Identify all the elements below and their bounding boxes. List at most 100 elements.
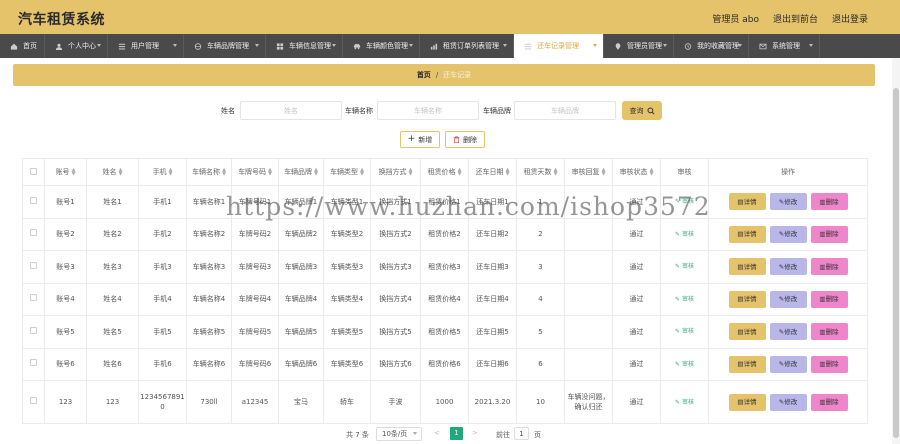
sort-icon[interactable]: ▲ ▼ <box>602 168 606 177</box>
name-input[interactable] <box>240 101 342 120</box>
detail-button[interactable]: ▤ 详情 <box>728 225 766 243</box>
column-header[interactable]: 还车日期 ▲ ▼ <box>468 158 517 186</box>
delete-button[interactable]: ▥ 删除 <box>810 193 848 211</box>
audit-link[interactable]: ✎ 审核 <box>675 198 694 205</box>
batch-delete-button[interactable]: 删除 <box>445 131 485 148</box>
table-cell <box>564 250 613 284</box>
edit-button[interactable]: ✎ 修改 <box>769 290 807 308</box>
nav-item-8[interactable]: 管理员管理 <box>604 34 674 58</box>
nav-item-label: 系统管理 <box>772 42 800 50</box>
sort-icon[interactable]: ▲ ▼ <box>360 168 364 177</box>
nav-item-0[interactable]: 首页 <box>0 34 45 58</box>
nav-item-5[interactable]: 车辆颜色管理 <box>343 34 420 58</box>
sort-icon[interactable]: ▲ ▼ <box>72 168 76 177</box>
sort-icon[interactable]: ▲ ▼ <box>314 168 318 177</box>
next-page-button[interactable]: > <box>472 429 478 437</box>
edit-button[interactable]: ✎ 修改 <box>769 323 807 341</box>
column-header[interactable]: 账号 ▲ ▼ <box>44 158 87 186</box>
audit-link[interactable]: ✎ 审核 <box>675 399 694 406</box>
nav-item-3[interactable]: 车辆品牌管理 <box>184 34 266 58</box>
sort-icon[interactable]: ▲ ▼ <box>409 168 413 177</box>
edit-button[interactable]: ✎ 修改 <box>769 225 807 243</box>
delete-button[interactable]: ▥ 删除 <box>810 225 848 243</box>
nav-item-1[interactable]: 个人中心 <box>45 34 108 58</box>
goto-page-input[interactable]: 1 <box>514 427 529 440</box>
car-icon <box>353 43 361 50</box>
row-checkbox[interactable] <box>30 294 37 302</box>
sort-icon[interactable]: ▲ ▼ <box>268 168 272 177</box>
prev-page-button[interactable]: < <box>434 429 440 437</box>
page-size-select[interactable]: 10条/页 <box>376 427 422 441</box>
to-front-link[interactable]: 退出到前台 <box>773 12 818 25</box>
detail-button[interactable]: ▤ 详情 <box>728 355 766 373</box>
audit-cell: ✎ 审核 <box>660 250 709 284</box>
column-header[interactable]: 手机 ▲ ▼ <box>138 158 187 186</box>
row-checkbox[interactable] <box>30 326 37 334</box>
row-checkbox[interactable] <box>30 261 37 269</box>
audit-link[interactable]: ✎ 审核 <box>675 231 694 238</box>
table-cell: 账号4 <box>44 282 87 316</box>
audit-link[interactable]: ✎ 审核 <box>675 296 694 303</box>
detail-button[interactable]: ▤ 详情 <box>728 393 766 411</box>
column-header[interactable]: 姓名 ▲ ▼ <box>86 158 139 186</box>
row-checkbox[interactable] <box>30 359 37 367</box>
delete-button[interactable]: ▥ 删除 <box>810 393 848 411</box>
car-name-input[interactable] <box>377 101 479 120</box>
page-1-button[interactable]: 1 <box>450 427 463 440</box>
audit-link[interactable]: ✎ 审核 <box>675 263 694 270</box>
row-checkbox[interactable] <box>30 397 37 404</box>
column-header[interactable]: 车辆类型 ▲ ▼ <box>323 158 371 186</box>
column-header[interactable]: 审核回复 ▲ ▼ <box>564 158 613 186</box>
edit-button[interactable]: ✎ 修改 <box>769 355 807 373</box>
app-title: 汽车租赁系统 <box>18 12 105 28</box>
sort-icon[interactable]: ▲ ▼ <box>458 168 462 177</box>
add-button[interactable]: + 新增 <box>400 131 440 148</box>
query-button[interactable]: 查询 <box>622 101 662 120</box>
edit-pencil-icon: ✎ <box>675 295 682 303</box>
sort-icon[interactable]: ▲ ▼ <box>506 168 510 177</box>
edit-button[interactable]: ✎ 修改 <box>769 258 807 276</box>
column-header[interactable]: 车牌号码 ▲ ▼ <box>231 158 279 186</box>
return-records-table: 账号 ▲ ▼ 姓名 ▲ ▼ 手机 ▲ ▼ 车辆名称 ▲ ▼ 车牌号码 ▲ ▼ 车辆品牌 ▲ ▼ 车辆类型 ▲ ▼ 换挡方式… <box>22 158 868 424</box>
table-cell: 通过 <box>612 217 661 251</box>
audit-link[interactable]: ✎ 审核 <box>675 361 694 368</box>
column-header[interactable]: 换挡方式 ▲ ▼ <box>370 158 421 186</box>
column-header[interactable]: 车辆品牌 ▲ ▼ <box>278 158 324 186</box>
sort-icon[interactable]: ▲ ▼ <box>169 168 173 177</box>
table-cell: 车辆类型4 <box>323 282 371 316</box>
detail-button[interactable]: ▤ 详情 <box>728 290 766 308</box>
nav-item-2[interactable]: 用户管理 <box>108 34 184 58</box>
detail-button[interactable]: ▤ 详情 <box>728 323 766 341</box>
delete-button[interactable]: ▥ 删除 <box>810 355 848 373</box>
nav-item-9[interactable]: 我的收藏管理 <box>674 34 749 58</box>
detail-button[interactable]: ▤ 详情 <box>728 258 766 276</box>
sort-icon[interactable]: ▲ ▼ <box>650 168 654 177</box>
table-cell: 车辆品牌6 <box>278 347 324 381</box>
delete-button[interactable]: ▥ 删除 <box>810 258 848 276</box>
column-header[interactable]: 审核状态 ▲ ▼ <box>612 158 661 186</box>
car-brand-input[interactable] <box>514 101 616 120</box>
sort-icon[interactable]: ▲ ▼ <box>554 168 558 177</box>
table-row: 账号4 姓名4 手机4 车辆名称4 车牌号码4 车辆品牌4 车辆类型4 换挡方式4 租赁价格4 还… <box>22 282 868 316</box>
row-checkbox[interactable] <box>30 229 37 237</box>
edit-button[interactable]: ✎ 修改 <box>769 193 807 211</box>
select-all-checkbox[interactable] <box>30 167 37 175</box>
nav-item-7[interactable]: 还车记录管理 <box>514 34 604 58</box>
column-header[interactable]: 车辆名称 ▲ ▼ <box>186 158 232 186</box>
logout-link[interactable]: 退出登录 <box>832 12 868 25</box>
column-header[interactable]: 租赁价格 ▲ ▼ <box>420 158 469 186</box>
nav-item-4[interactable]: 车辆信息管理 <box>266 34 343 58</box>
audit-link[interactable]: ✎ 审核 <box>675 328 694 335</box>
nav-item-10[interactable]: 系统管理 <box>749 34 820 58</box>
row-checkbox[interactable] <box>30 196 37 204</box>
detail-button[interactable]: ▤ 详情 <box>728 193 766 211</box>
sort-icon[interactable]: ▲ ▼ <box>119 168 123 177</box>
nav-item-6[interactable]: 租赁订单列表管理 <box>420 34 514 58</box>
delete-button[interactable]: ▥ 删除 <box>810 323 848 341</box>
breadcrumb-home[interactable]: 首页 <box>417 70 431 80</box>
edit-button[interactable]: ✎ 修改 <box>769 393 807 411</box>
scrollbar-thumb[interactable] <box>893 88 899 438</box>
sort-icon[interactable]: ▲ ▼ <box>222 168 226 177</box>
delete-button[interactable]: ▥ 删除 <box>810 290 848 308</box>
column-header[interactable]: 租赁天数 ▲ ▼ <box>516 158 565 186</box>
